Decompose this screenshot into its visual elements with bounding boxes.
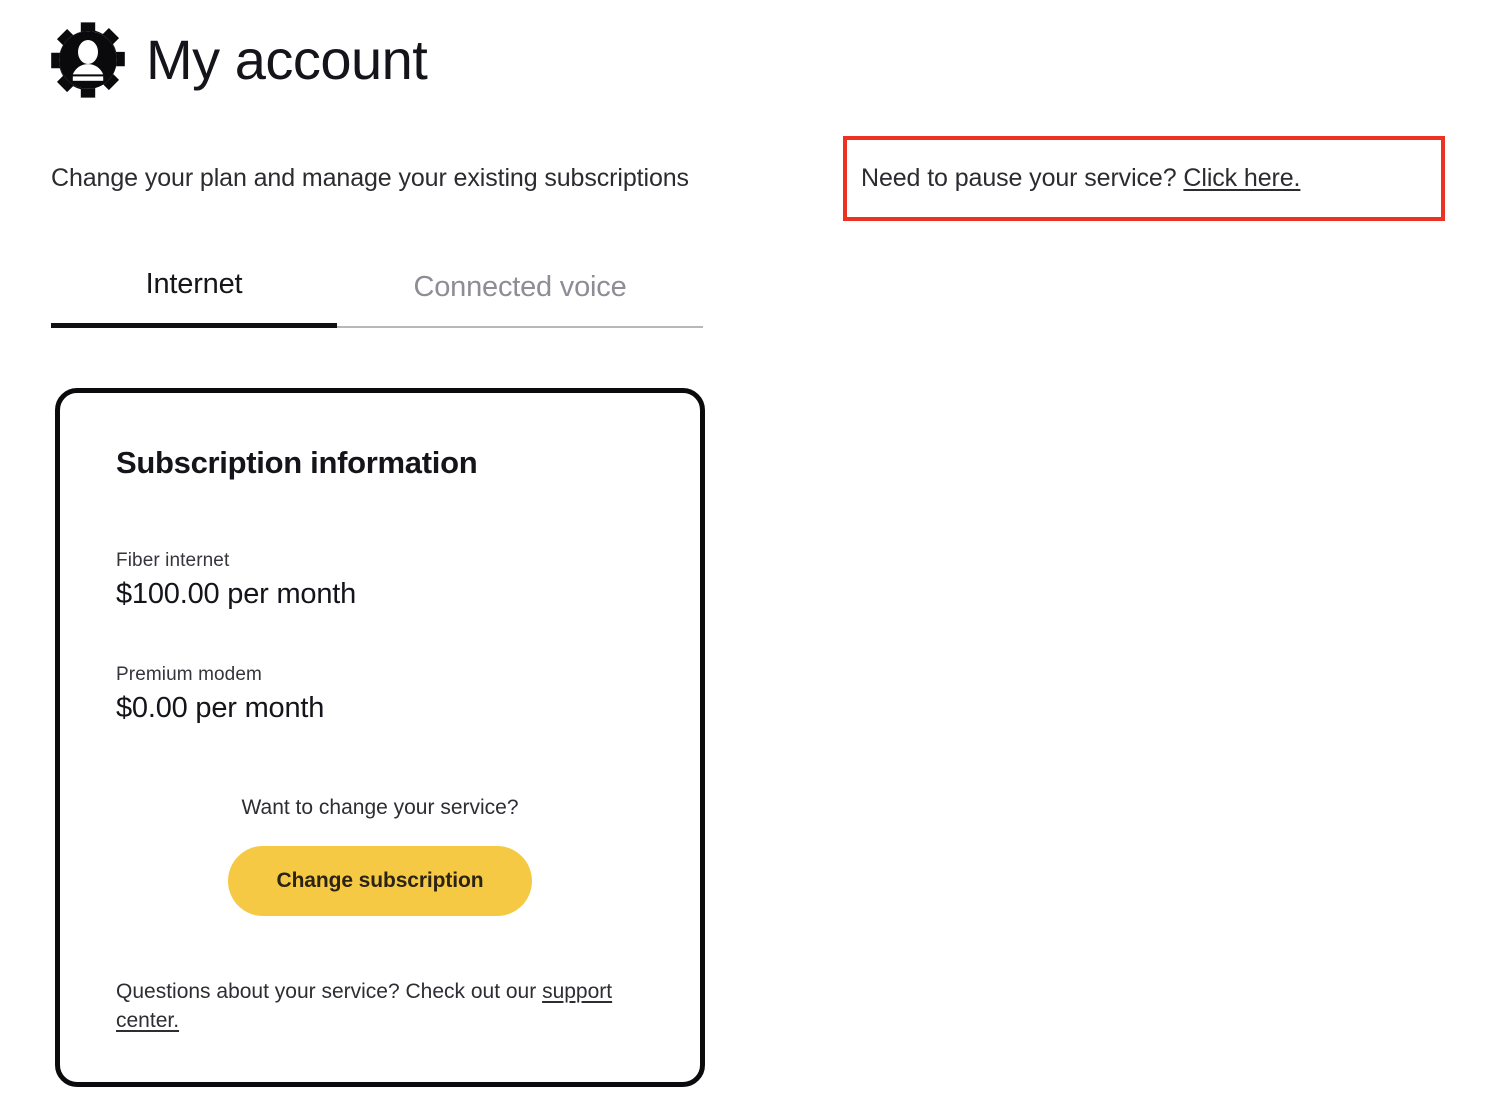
plan-row: Fiber internet $100.00 per month [116, 550, 356, 611]
plan-price: $0.00 per month [116, 692, 325, 724]
plan-price: $100.00 per month [116, 578, 357, 610]
pause-service-callout: Need to pause your service? Click here. [843, 136, 1445, 221]
support-note: Questions about your service? Check out … [116, 978, 616, 1035]
pause-service-question: Need to pause your service? [861, 164, 1177, 192]
page-header: My account [48, 20, 428, 100]
change-service-prompt: Want to change your service? [241, 796, 519, 819]
page-title: My account [146, 28, 428, 91]
plan-name: Premium modem [116, 664, 262, 685]
support-note-text: Questions about your service? Check out … [116, 980, 537, 1003]
plan-row: Premium modem $0.00 per month [116, 664, 324, 725]
account-gear-icon [51, 22, 125, 98]
tabs-strip: Internet Connected voice [51, 268, 703, 328]
plan-name: Fiber internet [116, 550, 230, 571]
subtitle-row: Change your plan and manage your existin… [51, 164, 689, 193]
card-title: Subscription information [116, 445, 478, 480]
change-subscription-button[interactable]: Change subscription [228, 846, 532, 916]
tab-connected-voice[interactable]: Connected voice [337, 271, 703, 328]
service-tabs: Internet Connected voice [51, 268, 703, 328]
tab-internet[interactable]: Internet [51, 268, 337, 328]
page-subtitle: Change your plan and manage your existin… [51, 164, 689, 192]
subscription-information-card: Subscription information Fiber internet … [55, 388, 705, 1087]
pause-service-link[interactable]: Click here. [1183, 164, 1300, 192]
pause-service-text: Need to pause your service? Click here. [861, 164, 1301, 193]
